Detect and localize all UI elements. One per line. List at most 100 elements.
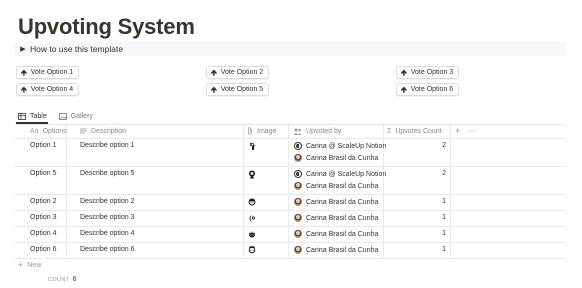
title-property-icon: Aa <box>30 127 39 135</box>
avatar <box>294 246 302 254</box>
row-description[interactable]: Describe option 4 <box>80 230 134 237</box>
option-image-icon[interactable] <box>248 214 256 223</box>
row-option-title[interactable]: Option 6 <box>30 246 56 253</box>
option-image-icon[interactable] <box>248 142 256 151</box>
tab-label: Table <box>30 112 47 120</box>
person-chip[interactable]: Carina Brasil da Cunha <box>294 198 378 206</box>
option-image-icon[interactable] <box>248 245 256 254</box>
sigma-icon: Σ <box>387 127 392 135</box>
option-image-icon[interactable] <box>248 230 256 239</box>
option-image-icon[interactable] <box>248 198 256 207</box>
upvotes-count: 1 <box>442 246 446 253</box>
add-property-button[interactable]: + <box>455 124 460 138</box>
column-header-image[interactable]: Image <box>247 124 276 138</box>
avatar <box>294 230 302 238</box>
person-name: Carina Brasil da Cunha <box>306 182 379 190</box>
divider <box>14 226 566 227</box>
button-label: Vote Option 2 <box>220 69 264 76</box>
person-chip[interactable]: Carina Brasil da Cunha <box>294 246 378 254</box>
avatar <box>294 182 302 190</box>
arrow-up-icon: 🡹 <box>211 67 217 77</box>
plus-icon: + <box>18 260 24 270</box>
upvotes-count: 1 <box>442 230 446 237</box>
column-header-description[interactable]: Description <box>80 124 126 138</box>
upvotes-count: 1 <box>442 214 446 221</box>
column-header-upvoted-by[interactable]: Upvoted by <box>293 124 341 138</box>
divider <box>14 258 566 259</box>
divider <box>243 124 244 258</box>
avatar <box>294 142 302 150</box>
tab-gallery[interactable]: Gallery <box>58 110 93 122</box>
person-name: Carina @ ScaleUp Notion <box>306 170 387 178</box>
row-option-title[interactable]: Option 2 <box>30 198 56 205</box>
new-row-button[interactable]: + New <box>18 260 41 270</box>
column-header-options[interactable]: Aa Options <box>30 124 67 138</box>
upvotes-count: 1 <box>442 198 446 205</box>
row-description[interactable]: Describe option 2 <box>80 198 134 205</box>
button-label: Vote Option 5 <box>220 86 264 93</box>
avatar <box>294 198 302 206</box>
row-option-title[interactable]: Option 1 <box>30 142 56 149</box>
vote-option-3-button[interactable]: 🡹 Vote Option 3 <box>396 66 460 79</box>
arrow-up-icon: 🡹 <box>21 84 27 94</box>
divider <box>14 242 566 243</box>
vote-option-6-button[interactable]: 🡹 Vote Option 6 <box>396 83 460 96</box>
tab-label: Gallery <box>70 112 93 120</box>
person-chip[interactable]: Carina @ ScaleUp Notion <box>294 170 386 178</box>
row-description[interactable]: Describe option 3 <box>80 214 134 221</box>
tab-table[interactable]: Table <box>18 110 47 122</box>
people-icon <box>293 128 302 135</box>
text-lines-icon <box>80 128 87 134</box>
person-chip[interactable]: Carina Brasil da Cunha <box>294 214 378 222</box>
column-header-upvotes-count[interactable]: Σ Upvotes Count <box>387 124 442 138</box>
header-label: Upvoted by <box>306 127 342 135</box>
toggle-label: How to use this template <box>30 44 124 54</box>
row-description[interactable]: Describe option 5 <box>80 170 134 177</box>
divider <box>450 124 451 258</box>
person-chip[interactable]: Carina Brasil da Cunha <box>294 154 378 162</box>
more-options-button[interactable]: ··· <box>468 124 476 138</box>
new-row-label: New <box>27 261 42 269</box>
count-label: COUNT <box>48 277 70 283</box>
vote-option-2-button[interactable]: 🡹 Vote Option 2 <box>206 66 270 79</box>
row-description[interactable]: Describe option 1 <box>80 142 134 149</box>
triangle-right-icon[interactable]: ▶ <box>16 45 30 53</box>
vote-option-1-button[interactable]: 🡹 Vote Option 1 <box>16 66 80 79</box>
row-option-title[interactable]: Option 5 <box>30 170 56 177</box>
table-icon <box>18 112 26 120</box>
vote-option-4-button[interactable]: 🡹 Vote Option 4 <box>16 83 80 96</box>
person-name: Carina Brasil da Cunha <box>306 246 379 254</box>
person-chip[interactable]: Carina @ ScaleUp Notion <box>294 142 386 150</box>
person-name: Carina Brasil da Cunha <box>306 198 379 206</box>
divider <box>14 138 566 139</box>
count-value: 6 <box>72 276 77 283</box>
count-summary[interactable]: COUNT 6 <box>48 276 76 283</box>
button-label: Vote Option 4 <box>30 86 74 93</box>
row-description[interactable]: Describe option 6 <box>80 246 134 253</box>
avatar <box>294 154 302 162</box>
button-label: Vote Option 1 <box>30 69 74 76</box>
header-label: Description <box>91 127 127 135</box>
avatar <box>294 214 302 222</box>
person-name: Carina Brasil da Cunha <box>306 214 379 222</box>
person-chip[interactable]: Carina Brasil da Cunha <box>294 230 378 238</box>
divider <box>66 124 67 258</box>
option-image-icon[interactable] <box>248 170 256 179</box>
header-label: Image <box>257 127 277 135</box>
how-to-toggle[interactable]: ▶ How to use this template <box>14 42 566 56</box>
upvotes-count: 2 <box>442 170 446 177</box>
divider <box>14 166 566 167</box>
divider <box>14 210 566 211</box>
divider <box>14 194 566 195</box>
vote-option-5-button[interactable]: 🡹 Vote Option 5 <box>206 83 270 96</box>
person-chip[interactable]: Carina Brasil da Cunha <box>294 182 378 190</box>
header-label: Upvotes Count <box>395 127 442 135</box>
row-option-title[interactable]: Option 3 <box>30 214 56 221</box>
avatar <box>294 170 302 178</box>
person-name: Carina Brasil da Cunha <box>306 154 379 162</box>
row-option-title[interactable]: Option 4 <box>30 230 56 237</box>
header-label: Options <box>42 127 67 135</box>
person-name: Carina @ ScaleUp Notion <box>306 142 387 150</box>
arrow-up-icon: 🡹 <box>211 84 217 94</box>
person-name: Carina Brasil da Cunha <box>306 230 379 238</box>
